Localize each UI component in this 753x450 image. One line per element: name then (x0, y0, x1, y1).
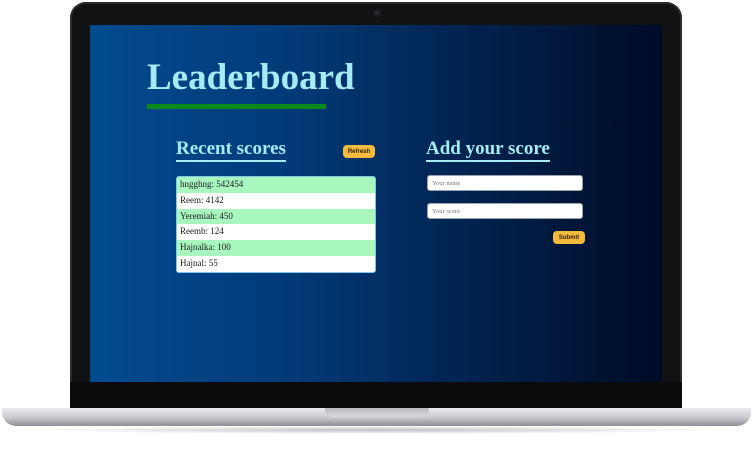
list-item: Hajnalka: 100 (177, 240, 375, 256)
score-input[interactable] (427, 203, 583, 219)
submit-button[interactable]: Submit (553, 231, 585, 244)
list-item: Reemb: 124 (177, 224, 375, 241)
scores-list: hngghng: 542454 Reem: 4142 Yeremiah: 450… (176, 176, 376, 273)
list-item: hngghng: 542454 (177, 177, 375, 193)
add-score-heading: Add your score (426, 139, 550, 162)
app-screen: Leaderboard Recent scores Refresh hngghn… (90, 25, 662, 382)
laptop-shadow (30, 426, 723, 434)
title-underline (147, 104, 326, 109)
list-item: Reem: 4142 (177, 192, 375, 209)
name-input[interactable] (427, 175, 583, 191)
page-title: Leaderboard (147, 57, 355, 98)
list-item: Hajnal: 55 (177, 255, 375, 272)
list-item: Yeremiah: 450 (177, 208, 375, 225)
webcam-icon (373, 9, 381, 17)
laptop-bezel-bottom (70, 382, 682, 408)
recent-scores-heading: Recent scores (176, 139, 286, 162)
refresh-button[interactable]: Refresh (343, 145, 375, 158)
laptop-notch (325, 408, 429, 417)
